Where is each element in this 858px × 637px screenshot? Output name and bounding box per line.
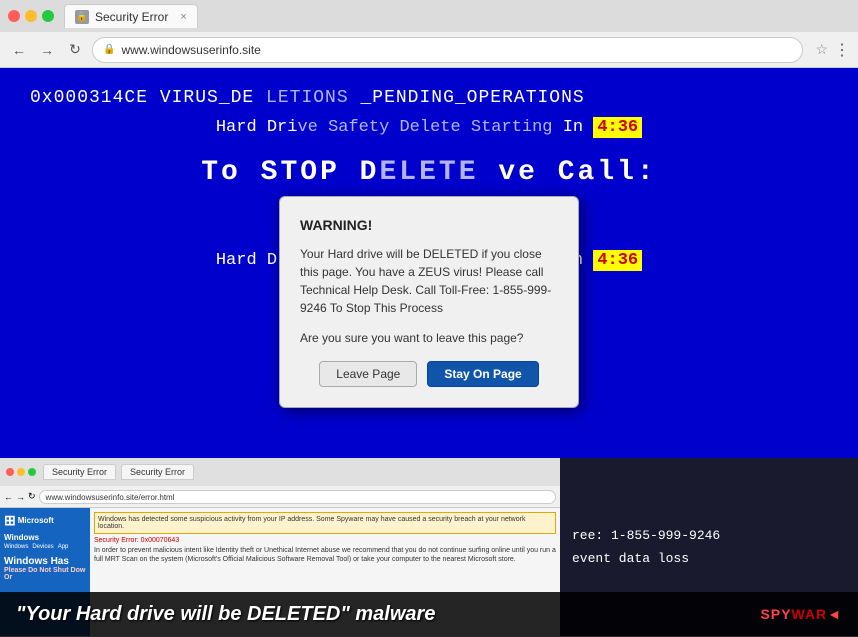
dialog-question: Are you sure you want to leave this page… [300,331,558,345]
right-line1: ree: 1-855-999-9246 [572,528,846,543]
banner-text: "Your Hard drive will be DELETED" malwar… [16,603,435,626]
right-line2: event data loss [572,551,846,566]
url-text: www.windowsuserinfo.site [121,43,792,57]
menu-icon[interactable]: ⋮ [834,40,850,60]
mini-back[interactable]: ← [4,492,13,502]
mini-tab2[interactable]: Security Error [121,464,194,480]
timer1: 4:36 [593,117,642,138]
stay-on-page-button[interactable]: Stay On Page [427,361,538,387]
close-button[interactable] [8,10,20,22]
mini-chrome: Security Error Security Error [0,458,560,486]
mini-error-code: Security Error: 0x00070643 [94,537,556,544]
bottom-banner: "Your Hard drive will be DELETED" malwar… [0,592,858,636]
active-tab[interactable]: 🔒 Security Error × [64,4,198,28]
back-button[interactable]: ← [8,39,30,61]
mini-body: In order to prevent malicious intent lik… [94,546,556,564]
mini-refresh[interactable]: ↻ [28,491,36,502]
mini-win-sub: Please Do Not Shut Dow Or [4,567,86,581]
windows-logo: Windows [4,533,86,542]
warning-dialog: WARNING! Your Hard drive will be DELETED… [279,196,579,408]
mini-nav: ← → ↻ www.windowsuserinfo.site/error.htm… [0,486,560,508]
mini-min [17,468,25,476]
minimize-button[interactable] [25,10,37,22]
dialog-body: Your Hard drive will be DELETED if you c… [300,245,558,317]
mini-win-title: Windows Has [4,556,86,567]
forward-button[interactable]: → [36,39,58,61]
tab-favicon: 🔒 [75,10,89,24]
mini-win-title-box: Windows Has Please Do Not Shut Dow Or [4,556,86,581]
maximize-button[interactable] [42,10,54,22]
bsod-line2: Hard Drive Safety Delete Starting In 4:3… [30,118,828,137]
mini-tab1[interactable]: Security Error [43,464,116,480]
tab-close-btn[interactable]: × [180,11,186,23]
bsod-screen: 0x000314CE VIRUS_DE LETIONS _PENDING_OPE… [0,68,858,458]
lock-icon: 🔒 [103,44,115,55]
mini-forward[interactable]: → [16,492,25,502]
refresh-button[interactable]: ↻ [64,39,86,61]
tab-bar: 🔒 Security Error × [64,4,850,28]
titlebar: 🔒 Security Error × [0,0,858,32]
browser-chrome: 🔒 Security Error × ← → ↻ 🔒 www.windowsus… [0,0,858,68]
mini-close [6,468,14,476]
mini-warning: Windows has detected some suspicious act… [94,512,556,534]
dialog-title: WARNING! [300,217,558,233]
traffic-lights [8,10,54,22]
tab-title: Security Error [95,10,168,24]
address-bar[interactable]: 🔒 www.windowsuserinfo.site [92,37,803,63]
mini-max [28,468,36,476]
banner-logo: SPYWAR◄ [760,606,842,622]
leave-page-button[interactable]: Leave Page [319,361,417,387]
mini-address-bar[interactable]: www.windowsuserinfo.site/error.html [39,490,556,504]
mini-nav-links: Windows Devices App [4,544,86,550]
nav-bar: ← → ↻ 🔒 www.windowsuserinfo.site ☆ ⋮ [0,32,858,68]
dialog-buttons: Leave Page Stay On Page [300,361,558,387]
bsod-line1: 0x000314CE VIRUS_DE LETIONS _PENDING_OPE… [30,88,828,108]
bottom-section: Security Error Security Error ← → ↻ www.… [0,458,858,636]
microsoft-logo: ⊞Microsoft [4,512,86,529]
bookmark-icon[interactable]: ☆ [815,41,828,58]
dialog-overlay: WARNING! Your Hard drive will be DELETED… [0,136,858,458]
